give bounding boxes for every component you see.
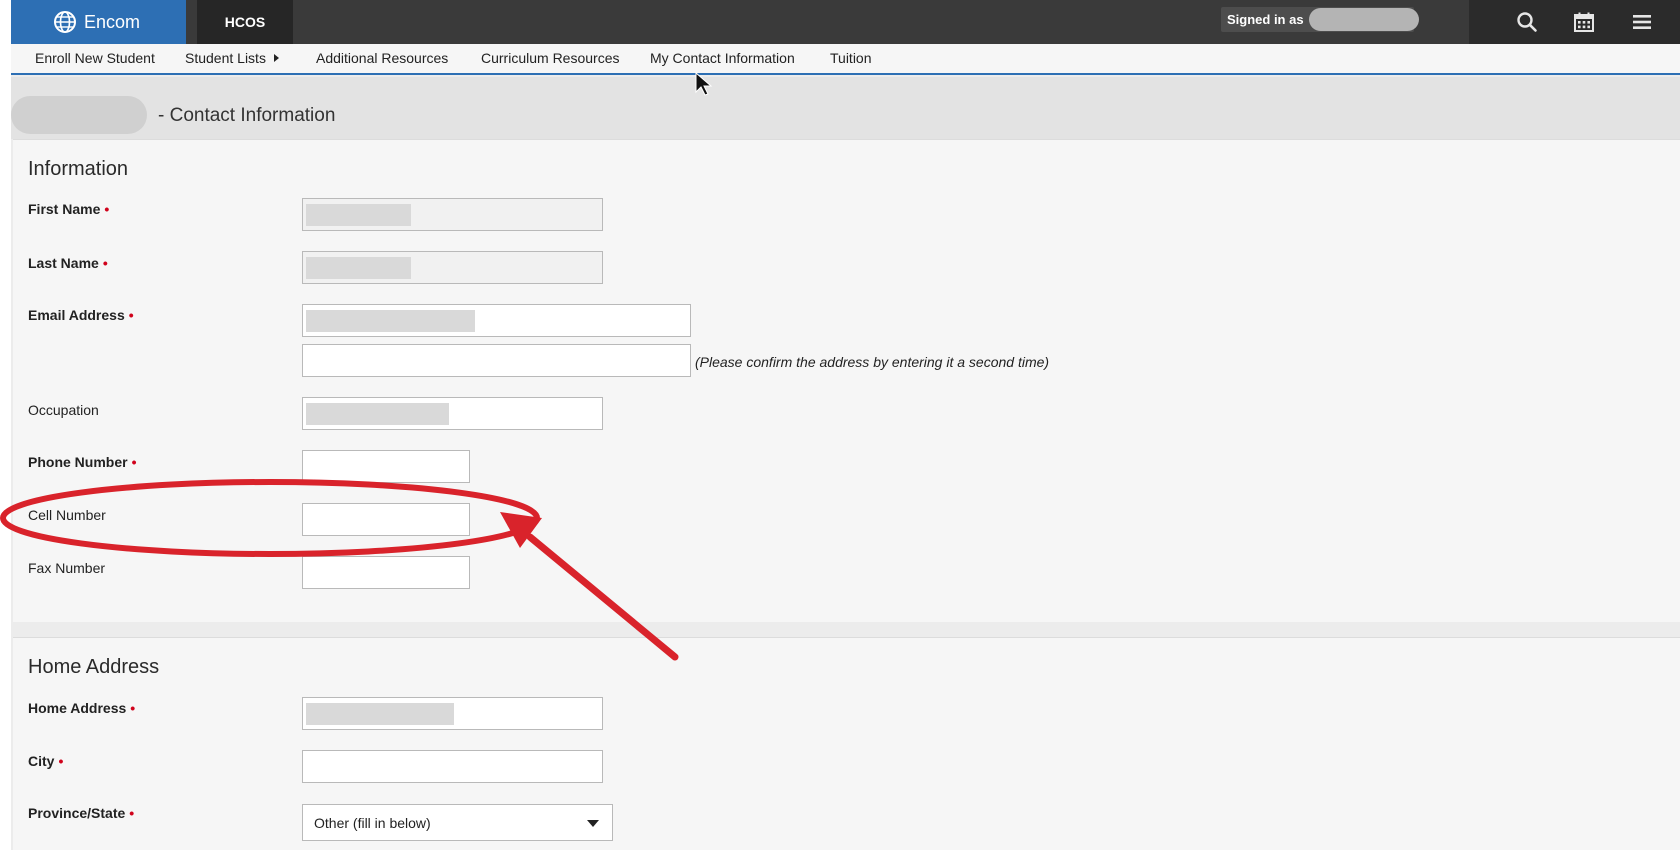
last-name-label: Last Name • xyxy=(28,255,108,271)
information-heading: Information xyxy=(28,158,129,180)
redacted-value xyxy=(306,257,411,279)
nav-my-contact-information[interactable]: My Contact Information xyxy=(650,50,795,66)
nav-curriculum-resources[interactable]: Curriculum Resources xyxy=(481,50,619,66)
search-icon[interactable] xyxy=(1512,7,1542,37)
signed-in-label: Signed in as xyxy=(1227,12,1304,27)
province-selected-value: Other (fill in below) xyxy=(314,815,431,831)
email-label: Email Address • xyxy=(28,307,134,323)
home-address-label-text: Home Address xyxy=(28,700,127,716)
city-label-text: City xyxy=(28,753,55,769)
first-name-field[interactable] xyxy=(302,198,603,231)
email-field[interactable] xyxy=(302,304,691,337)
email-label-text: Email Address xyxy=(28,307,125,323)
nav-additional-resources[interactable]: Additional Resources xyxy=(316,50,448,66)
chevron-down-icon xyxy=(587,820,599,827)
city-label: City • xyxy=(28,753,63,769)
caret-right-icon xyxy=(273,54,279,62)
home-address-panel: Home Address Home Address • City • Provinc… xyxy=(13,637,1680,850)
page-title: - Contact Information xyxy=(158,105,336,126)
tab-hcos[interactable]: HCOS xyxy=(197,0,293,44)
required-marker: • xyxy=(104,201,110,217)
redacted-value xyxy=(306,310,475,332)
occupation-field[interactable] xyxy=(302,397,603,430)
header-icons xyxy=(1469,0,1680,44)
nav-enroll-new-student[interactable]: Enroll New Student xyxy=(35,50,155,66)
redacted-value xyxy=(306,204,411,226)
home-address-heading: Home Address xyxy=(28,656,160,678)
required-marker: • xyxy=(131,454,137,470)
brand-name: Encom xyxy=(84,11,141,32)
cell-label: Cell Number xyxy=(28,507,106,523)
fax-label: Fax Number xyxy=(28,560,106,576)
required-marker: • xyxy=(102,255,108,271)
page-title-band: - Contact Information xyxy=(11,77,1680,139)
occupation-label: Occupation xyxy=(28,402,99,418)
home-address-field[interactable] xyxy=(302,697,603,730)
redacted-value xyxy=(306,703,454,725)
menu-icon[interactable] xyxy=(1627,7,1657,37)
first-name-label-text: First Name xyxy=(28,201,101,217)
signed-in-badge[interactable]: Signed in as xyxy=(1221,7,1419,32)
nav-tuition[interactable]: Tuition xyxy=(830,50,872,66)
phone-field[interactable] xyxy=(302,450,470,483)
main-nav: Enroll New Student Student Lists Additio… xyxy=(11,44,1680,75)
province-label: Province/State • xyxy=(28,805,134,821)
email-confirm-note: (Please confirm the address by entering … xyxy=(695,354,1050,370)
city-field[interactable] xyxy=(302,750,603,783)
last-name-label-text: Last Name xyxy=(28,255,99,271)
required-marker: • xyxy=(130,700,136,716)
top-bar: Encom HCOS Signed in as xyxy=(11,0,1680,44)
required-marker: • xyxy=(58,753,64,769)
province-select[interactable]: Other (fill in below) xyxy=(302,804,613,841)
last-name-field[interactable] xyxy=(302,251,603,284)
page: Encom HCOS Signed in as Enroll New Stude… xyxy=(11,0,1680,850)
globe-icon xyxy=(54,11,76,33)
redacted-name xyxy=(11,96,147,134)
phone-label-text: Phone Number xyxy=(28,454,128,470)
information-panel: Information First Name • Last Name • Email… xyxy=(13,139,1680,622)
cell-field[interactable] xyxy=(302,503,470,536)
home-address-label: Home Address • xyxy=(28,700,135,716)
nav-student-lists[interactable]: Student Lists xyxy=(185,50,279,66)
redacted-value xyxy=(306,403,449,425)
first-name-label: First Name • xyxy=(28,201,109,217)
province-label-text: Province/State xyxy=(28,805,126,821)
phone-label: Phone Number • xyxy=(28,454,136,470)
fax-field[interactable] xyxy=(302,556,470,589)
calendar-icon[interactable] xyxy=(1569,7,1599,37)
required-marker: • xyxy=(129,805,135,821)
redacted-username xyxy=(1309,8,1419,31)
required-marker: • xyxy=(128,307,134,323)
brand-logo[interactable]: Encom xyxy=(11,0,186,44)
nav-student-lists-label: Student Lists xyxy=(185,50,266,66)
email-confirm-field[interactable] xyxy=(302,344,691,377)
